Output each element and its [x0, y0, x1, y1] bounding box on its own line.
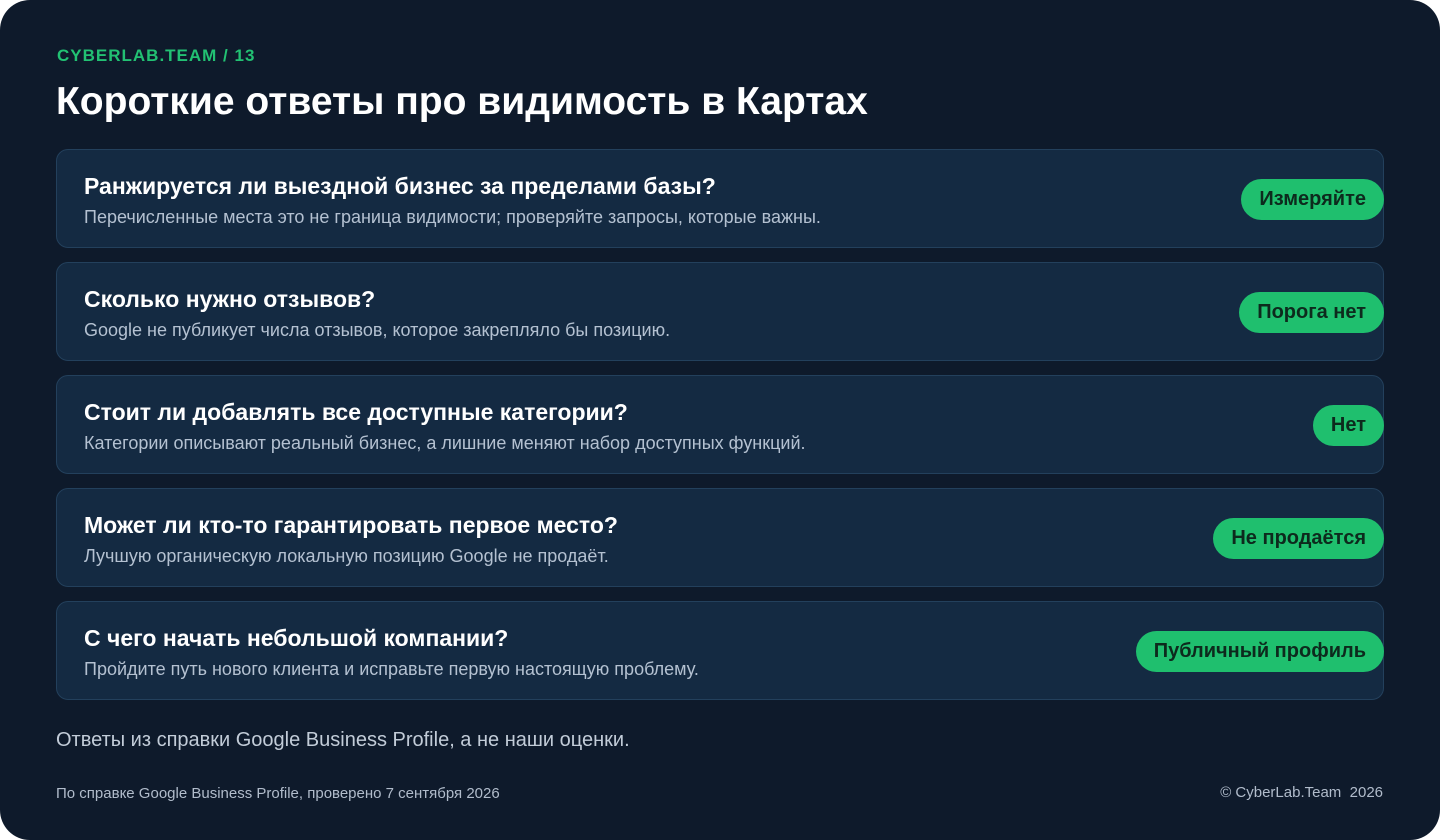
answer-badge: Измеряйте	[1241, 179, 1384, 220]
answer-badge: Публичный профиль	[1135, 631, 1384, 672]
faq-question: Может ли кто-то гарантировать первое мес…	[84, 512, 618, 538]
slide: CYBERLAB.TEAM / 13 Короткие ответы про в…	[0, 0, 1440, 840]
faq-card: Может ли кто-то гарантировать первое мес…	[56, 488, 1384, 587]
page-title: Короткие ответы про видимость в Картах	[56, 80, 868, 123]
faq-answer: Лучшую органическую локальную позицию Go…	[84, 546, 609, 566]
faq-answer: Пройдите путь нового клиента и исправьте…	[84, 659, 699, 679]
faq-question: Ранжируется ли выездной бизнес за предел…	[84, 173, 716, 199]
faq-card: С чего начать небольшой компании? Пройди…	[56, 601, 1384, 700]
faq-answer: Категории описывают реальный бизнес, а л…	[84, 433, 806, 453]
footer-source: По справке Google Business Profile, пров…	[56, 785, 500, 802]
faq-answer: Google не публикует числа отзывов, котор…	[84, 320, 671, 340]
faq-question: С чего начать небольшой компании?	[84, 625, 509, 651]
eyebrow-label: CYBERLAB.TEAM / 13	[57, 46, 256, 65]
answer-badge: Не продаётся	[1213, 518, 1384, 559]
faq-card: Стоит ли добавлять все доступные категор…	[56, 375, 1384, 474]
faq-answer: Перечисленные места это не граница видим…	[84, 207, 821, 227]
footer-copyright: © CyberLab.Team 2026	[1220, 784, 1383, 801]
faq-question: Сколько нужно отзывов?	[84, 286, 376, 312]
source-note: Ответы из справки Google Business Profil…	[56, 729, 630, 751]
answer-badge: Нет	[1312, 405, 1384, 446]
faq-card: Сколько нужно отзывов? Google не публику…	[56, 262, 1384, 361]
faq-question: Стоит ли добавлять все доступные категор…	[84, 399, 628, 425]
faq-list: Ранжируется ли выездной бизнес за предел…	[56, 149, 1384, 714]
answer-badge: Порога нет	[1239, 292, 1384, 333]
faq-card: Ранжируется ли выездной бизнес за предел…	[56, 149, 1384, 248]
